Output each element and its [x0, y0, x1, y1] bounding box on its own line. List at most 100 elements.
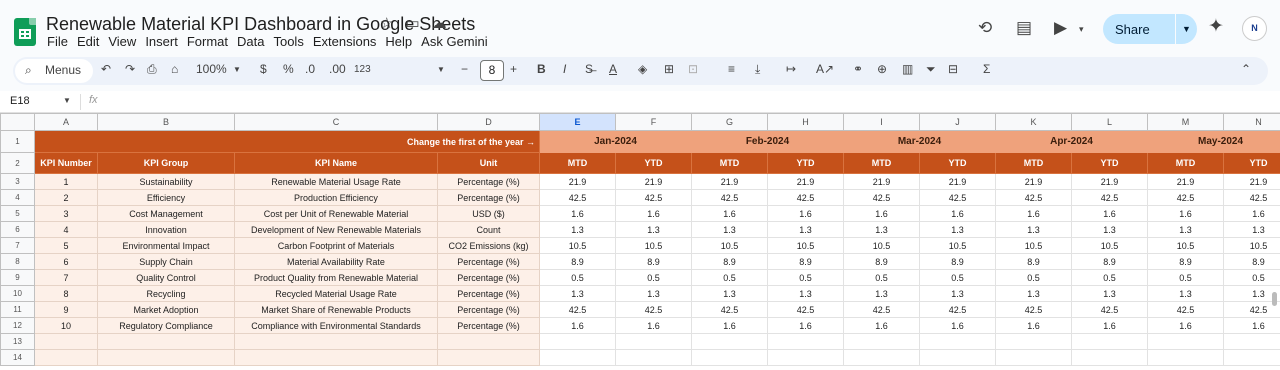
empty-cell[interactable] — [234, 333, 438, 350]
meet-dropdown-icon[interactable]: ▾ — [1079, 24, 1084, 35]
mtd-value-cell[interactable]: 1.3 — [539, 285, 616, 302]
mtd-value-cell[interactable]: 21.9 — [995, 173, 1072, 190]
table-row[interactable]: 11 9 Market Adoption Market Share of Renewa… — [0, 301, 1280, 318]
row-header[interactable]: 1 — [0, 130, 35, 153]
month-header[interactable]: Apr-2024 — [995, 130, 1148, 153]
column-header-n[interactable]: N — [1223, 113, 1280, 131]
unit-cell[interactable]: Percentage (%) — [437, 189, 540, 206]
ytd-value-cell[interactable]: 1.3 — [615, 221, 692, 238]
mtd-value-cell[interactable]: 42.5 — [539, 301, 616, 318]
empty-cell[interactable] — [539, 333, 616, 350]
kpi-number-cell[interactable]: 8 — [34, 285, 98, 302]
mtd-value-cell[interactable]: 0.5 — [995, 269, 1072, 286]
column-title[interactable]: KPI Name — [234, 152, 438, 174]
mtd-value-cell[interactable]: 1.6 — [995, 205, 1072, 222]
ytd-value-cell[interactable]: 21.9 — [1223, 173, 1280, 190]
mtd-value-cell[interactable]: 42.5 — [539, 189, 616, 206]
column-header-d[interactable]: D — [437, 113, 540, 131]
table-row[interactable]: 5 3 Cost Management Cost per Unit of Renewa… — [0, 205, 1280, 222]
column-header-l[interactable]: L — [1071, 113, 1148, 131]
unit-cell[interactable]: CO2 Emissions (kg) — [437, 237, 540, 254]
empty-cell[interactable] — [767, 333, 844, 350]
kpi-number-cell[interactable]: 4 — [34, 221, 98, 238]
redo-icon[interactable]: ↷ — [125, 62, 135, 76]
mtd-value-cell[interactable]: 42.5 — [995, 189, 1072, 206]
ytd-value-cell[interactable]: 8.9 — [1223, 253, 1280, 270]
mtd-value-cell[interactable]: 1.6 — [1147, 205, 1224, 222]
name-box-dropdown-icon[interactable]: ▼ — [63, 96, 71, 105]
mtd-value-cell[interactable]: 8.9 — [843, 253, 920, 270]
sheet-table[interactable]: A B C D E F G H I J K L M N 1 Change the first of the y… — [0, 113, 1280, 366]
horizontal-align-icon[interactable]: ≡ — [728, 62, 735, 76]
ytd-value-cell[interactable]: 21.9 — [615, 173, 692, 190]
paint-format-icon[interactable]: ⌂ — [171, 62, 178, 76]
row-header[interactable]: 8 — [0, 253, 35, 270]
ytd-value-cell[interactable]: 42.5 — [767, 301, 844, 318]
mtd-value-cell[interactable]: 1.3 — [843, 285, 920, 302]
ytd-value-cell[interactable]: 42.5 — [767, 189, 844, 206]
ytd-value-cell[interactable]: 1.3 — [1223, 221, 1280, 238]
mtd-value-cell[interactable]: 1.6 — [1147, 317, 1224, 334]
mtd-value-cell[interactable]: 1.3 — [1147, 221, 1224, 238]
chart-icon[interactable]: ▥ — [902, 62, 913, 76]
row-header[interactable]: 2 — [0, 152, 35, 174]
empty-cell[interactable] — [615, 333, 692, 350]
kpi-group-cell[interactable]: Supply Chain — [97, 253, 235, 270]
font-dropdown-icon[interactable]: ▼ — [437, 65, 445, 74]
ytd-value-cell[interactable]: 10.5 — [615, 237, 692, 254]
mtd-value-cell[interactable]: 0.5 — [843, 269, 920, 286]
empty-cell[interactable] — [1223, 349, 1280, 366]
column-header-f[interactable]: F — [615, 113, 692, 131]
column-header-e[interactable]: E — [539, 113, 616, 131]
mtd-value-cell[interactable]: 42.5 — [1147, 189, 1224, 206]
row-header[interactable]: 4 — [0, 189, 35, 206]
kpi-number-cell[interactable]: 6 — [34, 253, 98, 270]
row-header[interactable]: 3 — [0, 173, 35, 190]
menu-item-insert[interactable]: Insert — [145, 34, 178, 49]
zoom-select[interactable]: 100% — [196, 62, 227, 76]
row-header[interactable]: 11 — [0, 301, 35, 318]
row-header[interactable]: 5 — [0, 205, 35, 222]
ytd-value-cell[interactable]: 42.5 — [919, 301, 996, 318]
mtd-value-cell[interactable]: 1.6 — [995, 317, 1072, 334]
mtd-value-cell[interactable]: 1.6 — [691, 205, 768, 222]
kpi-number-cell[interactable]: 9 — [34, 301, 98, 318]
mtd-value-cell[interactable]: 1.6 — [691, 317, 768, 334]
mtd-value-cell[interactable]: 8.9 — [539, 253, 616, 270]
ytd-value-cell[interactable]: 1.6 — [1071, 205, 1148, 222]
ytd-value-cell[interactable]: 1.3 — [919, 221, 996, 238]
mtd-value-cell[interactable]: 42.5 — [1147, 301, 1224, 318]
ytd-header[interactable]: YTD — [1071, 152, 1148, 174]
menu-item-format[interactable]: Format — [187, 34, 228, 49]
ytd-value-cell[interactable]: 21.9 — [919, 173, 996, 190]
empty-cell[interactable] — [843, 333, 920, 350]
ytd-value-cell[interactable]: 1.6 — [767, 317, 844, 334]
borders-icon[interactable]: ⊞ — [664, 62, 674, 76]
print-icon[interactable]: ⎙ — [147, 62, 157, 77]
ytd-value-cell[interactable]: 0.5 — [615, 269, 692, 286]
kpi-group-cell[interactable]: Market Adoption — [97, 301, 235, 318]
empty-cell[interactable] — [234, 349, 438, 366]
column-title[interactable]: KPI Group — [97, 152, 235, 174]
ytd-value-cell[interactable]: 42.5 — [919, 189, 996, 206]
ytd-value-cell[interactable]: 1.6 — [919, 205, 996, 222]
empty-cell[interactable] — [34, 349, 98, 366]
kpi-group-cell[interactable]: Quality Control — [97, 269, 235, 286]
undo-icon[interactable]: ↶ — [101, 62, 111, 76]
empty-cell[interactable] — [97, 333, 235, 350]
ytd-value-cell[interactable]: 0.5 — [1071, 269, 1148, 286]
cloud-status-icon[interactable]: ☁ — [432, 14, 447, 32]
strikethrough-icon[interactable]: S̶ — [585, 62, 593, 76]
mtd-value-cell[interactable]: 8.9 — [691, 253, 768, 270]
mtd-value-cell[interactable]: 0.5 — [691, 269, 768, 286]
empty-cell[interactable] — [919, 333, 996, 350]
column-header-c[interactable]: C — [234, 113, 438, 131]
ytd-header[interactable]: YTD — [615, 152, 692, 174]
column-header-b[interactable]: B — [97, 113, 235, 131]
mtd-value-cell[interactable]: 1.3 — [691, 221, 768, 238]
link-icon[interactable]: ⚭ — [853, 62, 863, 76]
mtd-value-cell[interactable]: 42.5 — [995, 301, 1072, 318]
row-header[interactable]: 14 — [0, 349, 35, 366]
empty-cell[interactable] — [437, 333, 540, 350]
ytd-value-cell[interactable]: 8.9 — [919, 253, 996, 270]
